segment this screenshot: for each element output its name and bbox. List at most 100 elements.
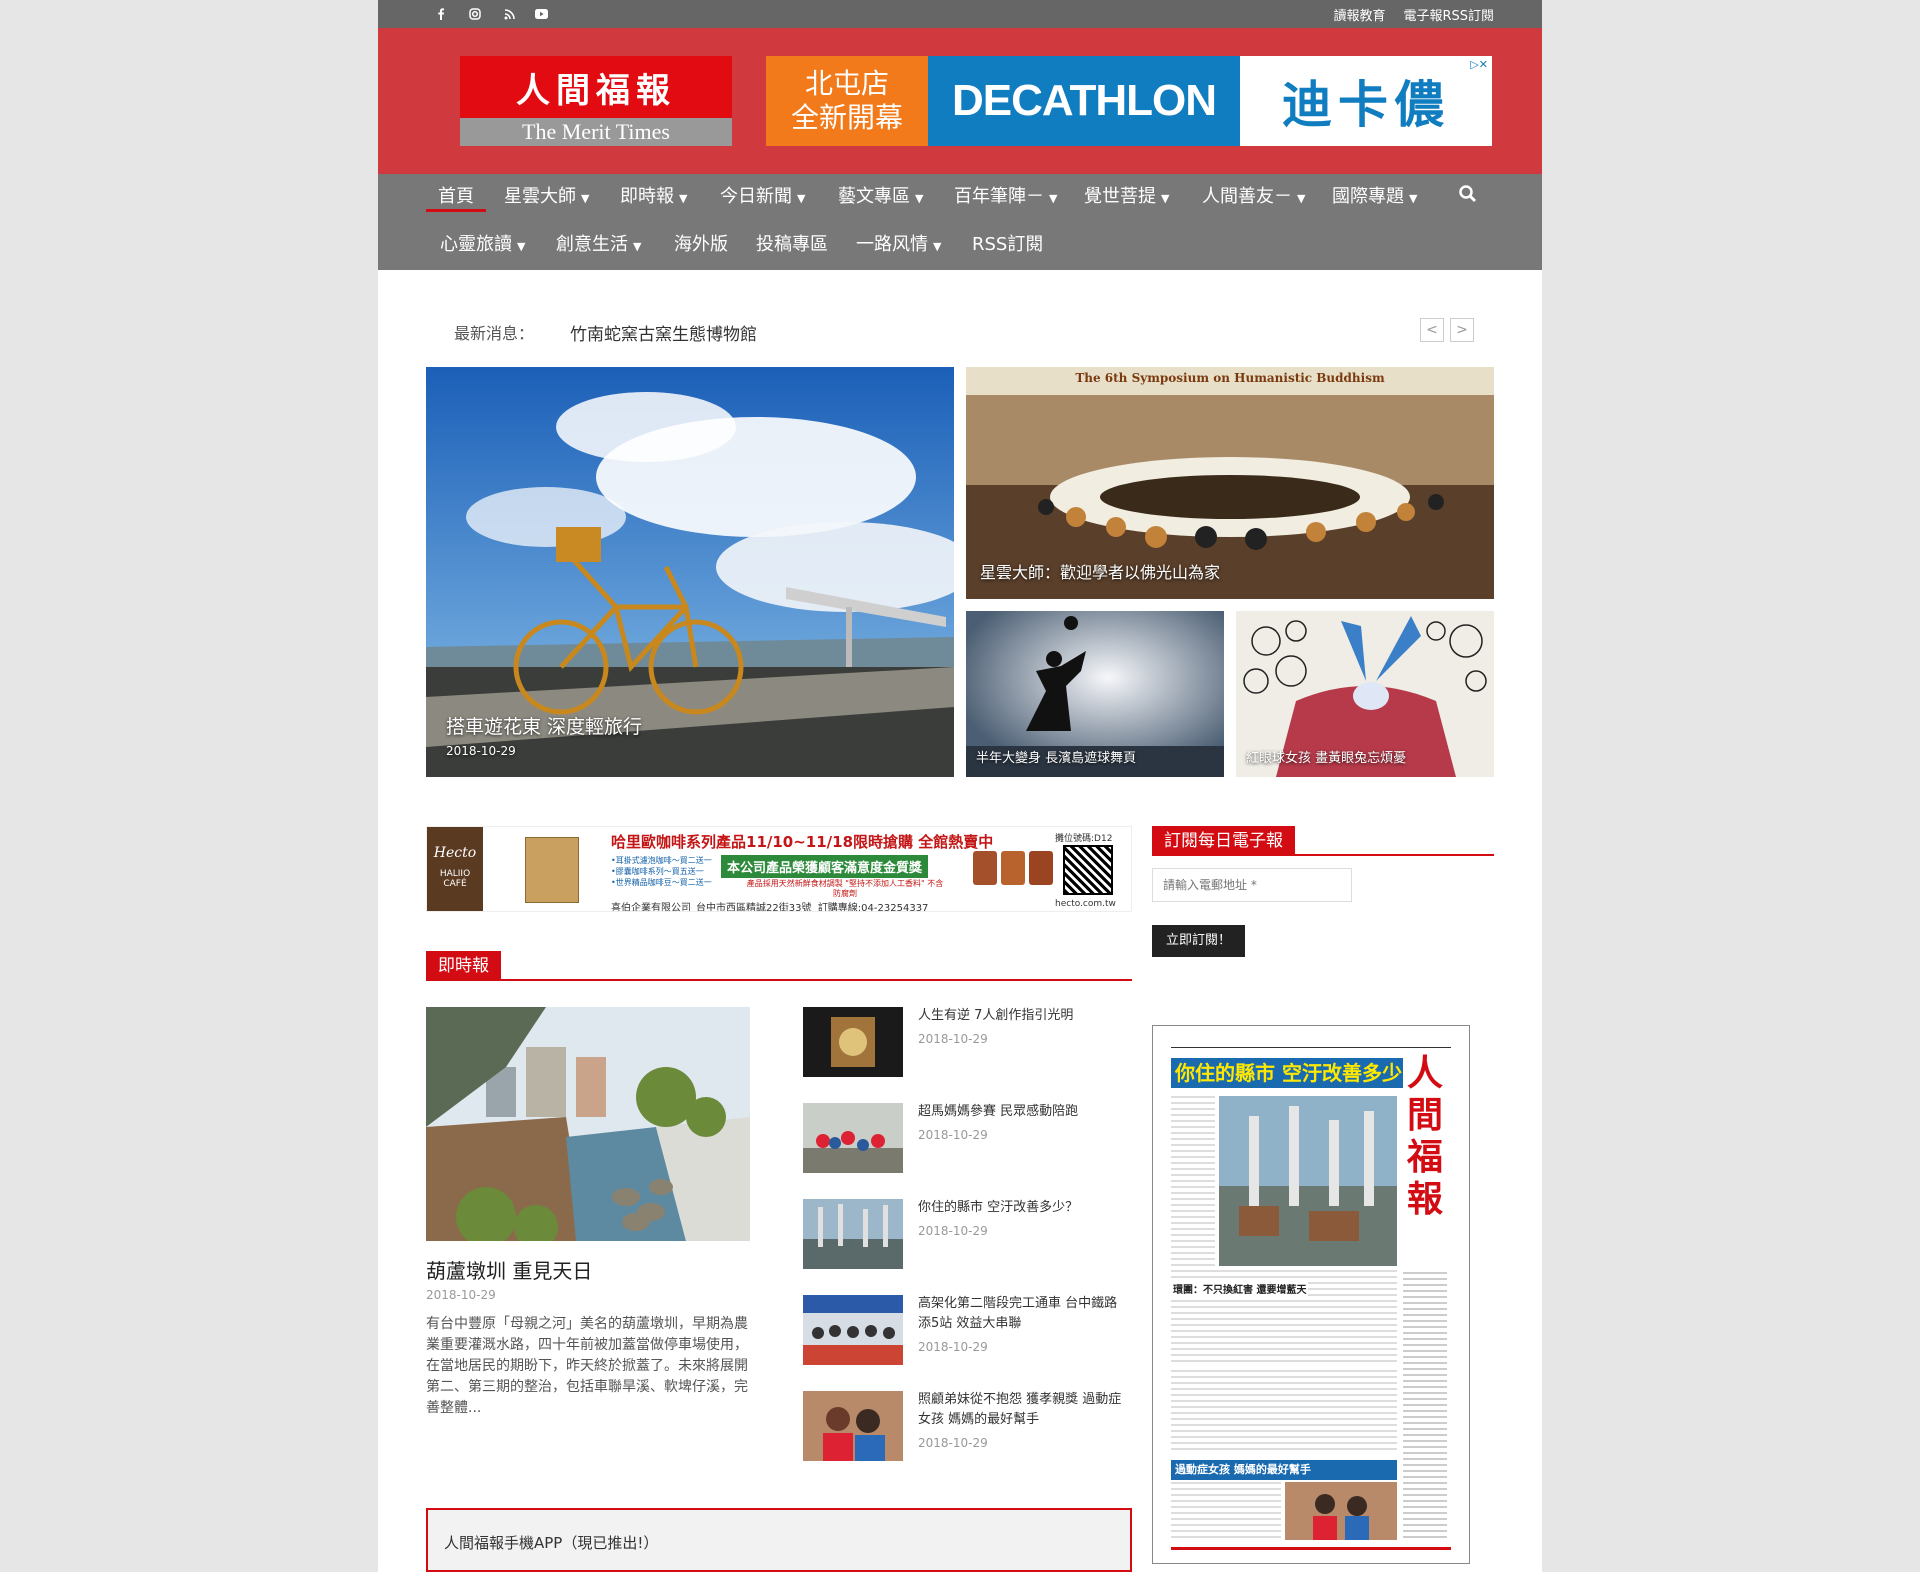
- instant-main-title[interactable]: 葫蘆墩圳 重見天日: [426, 1255, 592, 1284]
- header: 人間福報 The Merit Times 北屯店 全新開幕 DECATHLON …: [378, 28, 1542, 174]
- instant-news-heading: 即時報: [426, 951, 1132, 981]
- instant-main-date: 2018-10-29: [426, 1288, 496, 1302]
- hecto-logo: Hecto HALIIO CAFÉ: [427, 827, 483, 911]
- newspaper-headline: 你住的縣市 空汙改善多少?: [1171, 1058, 1403, 1088]
- list-thumb-3[interactable]: [803, 1199, 903, 1269]
- list-title-5[interactable]: 照顧弟妹從不抱怨 獲孝親獎 過動症女孩 媽媽的最好幫手: [918, 1390, 1128, 1430]
- nav-spiritual[interactable]: 心靈旅讀 ▼: [440, 230, 525, 260]
- list-title-3[interactable]: 你住的縣市 空汙改善多少？: [918, 1198, 1128, 1218]
- qr-code: [1063, 845, 1113, 895]
- chevron-down-icon: ▼: [933, 240, 942, 253]
- ticker-next-icon[interactable]: >: [1450, 318, 1474, 342]
- top-link-education[interactable]: 讀報教育: [1333, 5, 1385, 24]
- nav-instant[interactable]: 即時報 ▼: [620, 182, 687, 212]
- featured-bottom-right[interactable]: 紅眼球女孩 畫黃眼兔忘煩憂: [1236, 611, 1494, 777]
- hecto-bullets: •耳掛式濾泡咖啡～買二送一 •膠囊咖啡系列～買五送一 •世界精品咖啡豆～買二送一: [611, 856, 712, 887]
- newspaper-girl-image: [1285, 1482, 1397, 1540]
- list-thumb-5[interactable]: [803, 1391, 903, 1461]
- newspaper-text-column: [1171, 1096, 1215, 1266]
- coffee-bag-image: [525, 837, 579, 903]
- newspaper-side-column: [1403, 1272, 1447, 1542]
- list-title-4[interactable]: 高架化第二階段完工通車 台中鐵路添5站 效益大串聯: [918, 1294, 1128, 1334]
- newspaper-preview[interactable]: 你住的縣市 空汙改善多少? 人間福報 環團：不只換紅害 還要增藍天 過動症女孩 …: [1152, 1025, 1470, 1564]
- nav-arts[interactable]: 藝文專區 ▼: [838, 182, 923, 212]
- nav-home[interactable]: 首頁: [426, 182, 486, 212]
- logo-chinese: 人間福報: [460, 56, 732, 118]
- top-link-rss[interactable]: 電子報RSS訂閱: [1403, 5, 1494, 24]
- ad-brand-cn: 迪卡儂: [1240, 56, 1492, 146]
- instagram-icon[interactable]: [464, 0, 486, 28]
- featured-bottom-left[interactable]: 半年大變身 長濱島遮球舞頁: [966, 611, 1224, 777]
- list-thumb-1[interactable]: [803, 1007, 903, 1077]
- nav-submit[interactable]: 投稿專區: [756, 230, 828, 260]
- hecto-coffee-ad[interactable]: Hecto HALIIO CAFÉ 哈里歐咖啡系列產品11/10~11/18限時…: [426, 826, 1132, 912]
- list-thumb-4[interactable]: [803, 1295, 903, 1365]
- symposium-banner: The 6th Symposium on Humanistic Buddhism: [1075, 371, 1385, 385]
- list-title-2[interactable]: 超馬媽媽參賽 民眾感動陪跑: [918, 1102, 1128, 1122]
- site-logo[interactable]: 人間福報 The Merit Times: [460, 56, 732, 146]
- nav-friends[interactable]: 人間善友－ ▼: [1202, 182, 1305, 212]
- instant-main-image[interactable]: [426, 1007, 750, 1241]
- featured-main[interactable]: 搭車遊花東 深度輕旅行 2018-10-29: [426, 367, 954, 777]
- ticker-prev-icon[interactable]: <: [1420, 318, 1444, 342]
- chevron-down-icon: ▼: [1297, 192, 1306, 205]
- nav-bodhi[interactable]: 覺世菩提 ▼: [1084, 182, 1169, 212]
- rss-icon[interactable]: [498, 0, 520, 28]
- featured-top-right[interactable]: The 6th Symposium on Humanistic Buddhism…: [966, 367, 1494, 599]
- list-thumb-2[interactable]: [803, 1103, 903, 1173]
- youtube-icon[interactable]: [530, 0, 552, 28]
- chevron-down-icon: ▼: [679, 192, 688, 205]
- featured-top-right-title[interactable]: 星雲大師：歡迎學者以佛光山為家: [980, 559, 1220, 583]
- list-date-2: 2018-10-29: [918, 1128, 988, 1142]
- search-icon[interactable]: [1458, 184, 1480, 206]
- newspaper-masthead: 人間福報: [1406, 1052, 1443, 1220]
- nav-rss[interactable]: RSS訂閱: [972, 230, 1043, 260]
- nav-international[interactable]: 國際專題 ▼: [1332, 182, 1417, 212]
- hecto-award: 本公司產品榮獲顧客滿意度金質獎: [721, 855, 929, 878]
- nav-master[interactable]: 星雲大師 ▼: [504, 182, 589, 212]
- list-title-1[interactable]: 人生有逆 7人創作指引光明: [918, 1006, 1128, 1026]
- newspaper-mid-headline: 環團：不只換紅害 還要增藍天: [1171, 1280, 1309, 1297]
- nav-creative[interactable]: 創意生活 ▼: [556, 230, 641, 260]
- list-date-1: 2018-10-29: [918, 1032, 988, 1046]
- email-field[interactable]: [1152, 868, 1352, 902]
- runners-thumb: [803, 1103, 903, 1173]
- page: 讀報教育 電子報RSS訂閱 人間福報 The Merit Times 北屯店 全…: [378, 0, 1542, 1572]
- nav-column[interactable]: 百年筆陣－ ▼: [954, 182, 1057, 212]
- nav-overseas[interactable]: 海外版: [674, 230, 728, 260]
- ad-store-text: 北屯店 全新開幕: [766, 56, 928, 146]
- facebook-icon[interactable]: [430, 0, 452, 28]
- newspaper-sub-headline: 過動症女孩 媽媽的最好幫手: [1171, 1460, 1397, 1480]
- ad-close-icon[interactable]: ▷✕: [1468, 58, 1490, 71]
- hecto-url: hecto.com.tw: [1055, 899, 1116, 909]
- main-nav: 首頁 星雲大師 ▼ 即時報 ▼ 今日新聞 ▼ 藝文專區 ▼ 百年筆陣－ ▼ 覺世菩提 ▼ 人…: [378, 174, 1542, 270]
- newspaper-text-block-2: [1171, 1370, 1397, 1452]
- newspaper-factory-image: [1219, 1096, 1397, 1266]
- featured-main-title[interactable]: 搭車遊花東 深度輕旅行: [446, 712, 642, 739]
- hecto-booth: 攤位號碼:D12: [1055, 834, 1113, 844]
- hecto-company: 喜伯企業有限公司_台中市西區精誠22街33號 訂購專線:04-23254337: [611, 903, 929, 912]
- subscribe-button[interactable]: 立即訂閱！: [1152, 925, 1246, 957]
- ticker-label: 最新消息：: [454, 324, 535, 343]
- banner-ad[interactable]: 北屯店 全新開幕 DECATHLON 迪卡儂 ▷✕: [766, 56, 1492, 146]
- top-links: 讀報教育 電子報RSS訂閱: [1333, 0, 1494, 28]
- chevron-down-icon: ▼: [633, 240, 642, 253]
- instant-main-excerpt: 有台中豐原「母親之河」美名的葫蘆墩圳，早期為農業重要灌溉水路，四十年前被加蓋當做…: [426, 1316, 748, 1416]
- list-date-4: 2018-10-29: [918, 1340, 988, 1354]
- newspaper-page: 你住的縣市 空汙改善多少? 人間福報 環團：不只換紅害 還要增藍天 過動症女孩 …: [1171, 1042, 1451, 1550]
- app-promo-box[interactable]: 人間福報手機APP（現已推出!）: [426, 1508, 1132, 1572]
- list-date-3: 2018-10-29: [918, 1224, 988, 1238]
- chevron-down-icon: ▼: [1409, 192, 1418, 205]
- chevron-down-icon: ▼: [517, 240, 526, 253]
- nav-travel[interactable]: 一路风情 ▼: [856, 230, 941, 260]
- newspaper-text-block-3: [1171, 1482, 1281, 1540]
- jars-image: [973, 831, 1053, 891]
- chevron-down-icon: ▼: [1161, 192, 1170, 205]
- ticker-headline[interactable]: 竹南蛇窯古窯生態博物館: [570, 320, 757, 345]
- featured-bottom-right-title[interactable]: 紅眼球女孩 畫黃眼兔忘煩憂: [1246, 747, 1406, 766]
- ceremony-thumb: [803, 1295, 903, 1365]
- featured-bottom-left-title[interactable]: 半年大變身 長濱島遮球舞頁: [976, 747, 1136, 766]
- nav-today[interactable]: 今日新聞 ▼: [720, 182, 805, 212]
- list-date-5: 2018-10-29: [918, 1436, 988, 1450]
- featured-main-date: 2018-10-29: [446, 744, 516, 758]
